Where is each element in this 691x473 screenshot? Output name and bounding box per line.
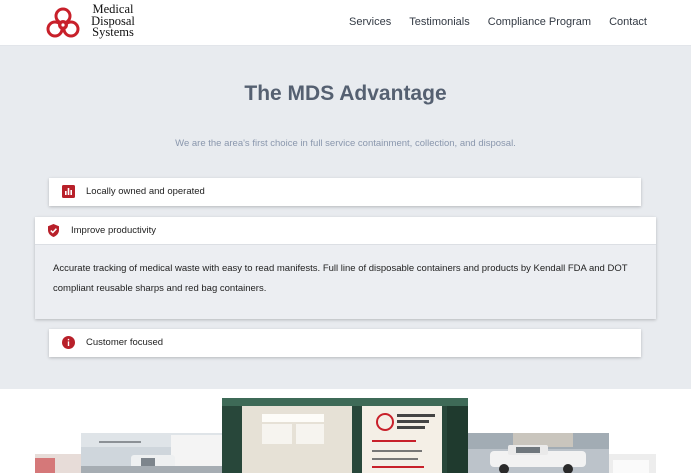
- section-subtitle: We are the area's first choice in full s…: [175, 138, 516, 149]
- nav-compliance-program[interactable]: Compliance Program: [488, 16, 591, 28]
- carousel-photo-partial-right[interactable]: [609, 454, 656, 473]
- nav-services[interactable]: Services: [349, 16, 391, 28]
- bar-chart-icon: [62, 185, 75, 198]
- advantage-section: The MDS Advantage We are the area's firs…: [0, 46, 691, 389]
- accordion-item-locally-owned: Locally owned and operated: [49, 178, 641, 206]
- accordion-body: Accurate tracking of medical waste with …: [35, 245, 656, 319]
- accordion-body-line-2: compliant reusable sharps and red bag co…: [53, 283, 267, 294]
- site-header: Medical Disposal Systems Services Testim…: [0, 0, 691, 46]
- brand-line-3: Systems: [92, 25, 134, 39]
- shield-check-icon: [48, 224, 59, 237]
- photo-carousel: [0, 389, 691, 473]
- main-nav: Services Testimonials Compliance Program…: [349, 16, 647, 28]
- accordion-header[interactable]: Locally owned and operated: [49, 178, 641, 206]
- accordion-label: Customer focused: [86, 337, 164, 348]
- carousel-photo-partial-left[interactable]: [35, 454, 81, 473]
- accordion-body-line-1: Accurate tracking of medical waste with …: [53, 263, 628, 274]
- brand-logo[interactable]: Medical Disposal Systems: [45, 3, 155, 42]
- brand-wordmark: Medical Disposal Systems: [81, 3, 145, 39]
- accordion-item-customer-focused: Customer focused: [49, 329, 641, 357]
- accordion-item-improve-productivity: Improve productivity Accurate tracking o…: [35, 217, 656, 319]
- accordion-header[interactable]: Improve productivity: [35, 217, 656, 245]
- accordion-header[interactable]: Customer focused: [49, 329, 641, 357]
- accordion-label: Improve productivity: [71, 225, 157, 236]
- carousel-photo-pickup[interactable]: [468, 433, 609, 473]
- section-title: The MDS Advantage: [244, 82, 447, 105]
- biohazard-icon: [46, 7, 80, 38]
- carousel-photo-trade-booth[interactable]: [222, 398, 468, 473]
- carousel-photo-truck[interactable]: [81, 433, 222, 473]
- info-icon: [62, 336, 75, 349]
- nav-testimonials[interactable]: Testimonials: [409, 16, 470, 28]
- nav-contact[interactable]: Contact: [609, 16, 647, 28]
- accordion-label: Locally owned and operated: [86, 186, 205, 197]
